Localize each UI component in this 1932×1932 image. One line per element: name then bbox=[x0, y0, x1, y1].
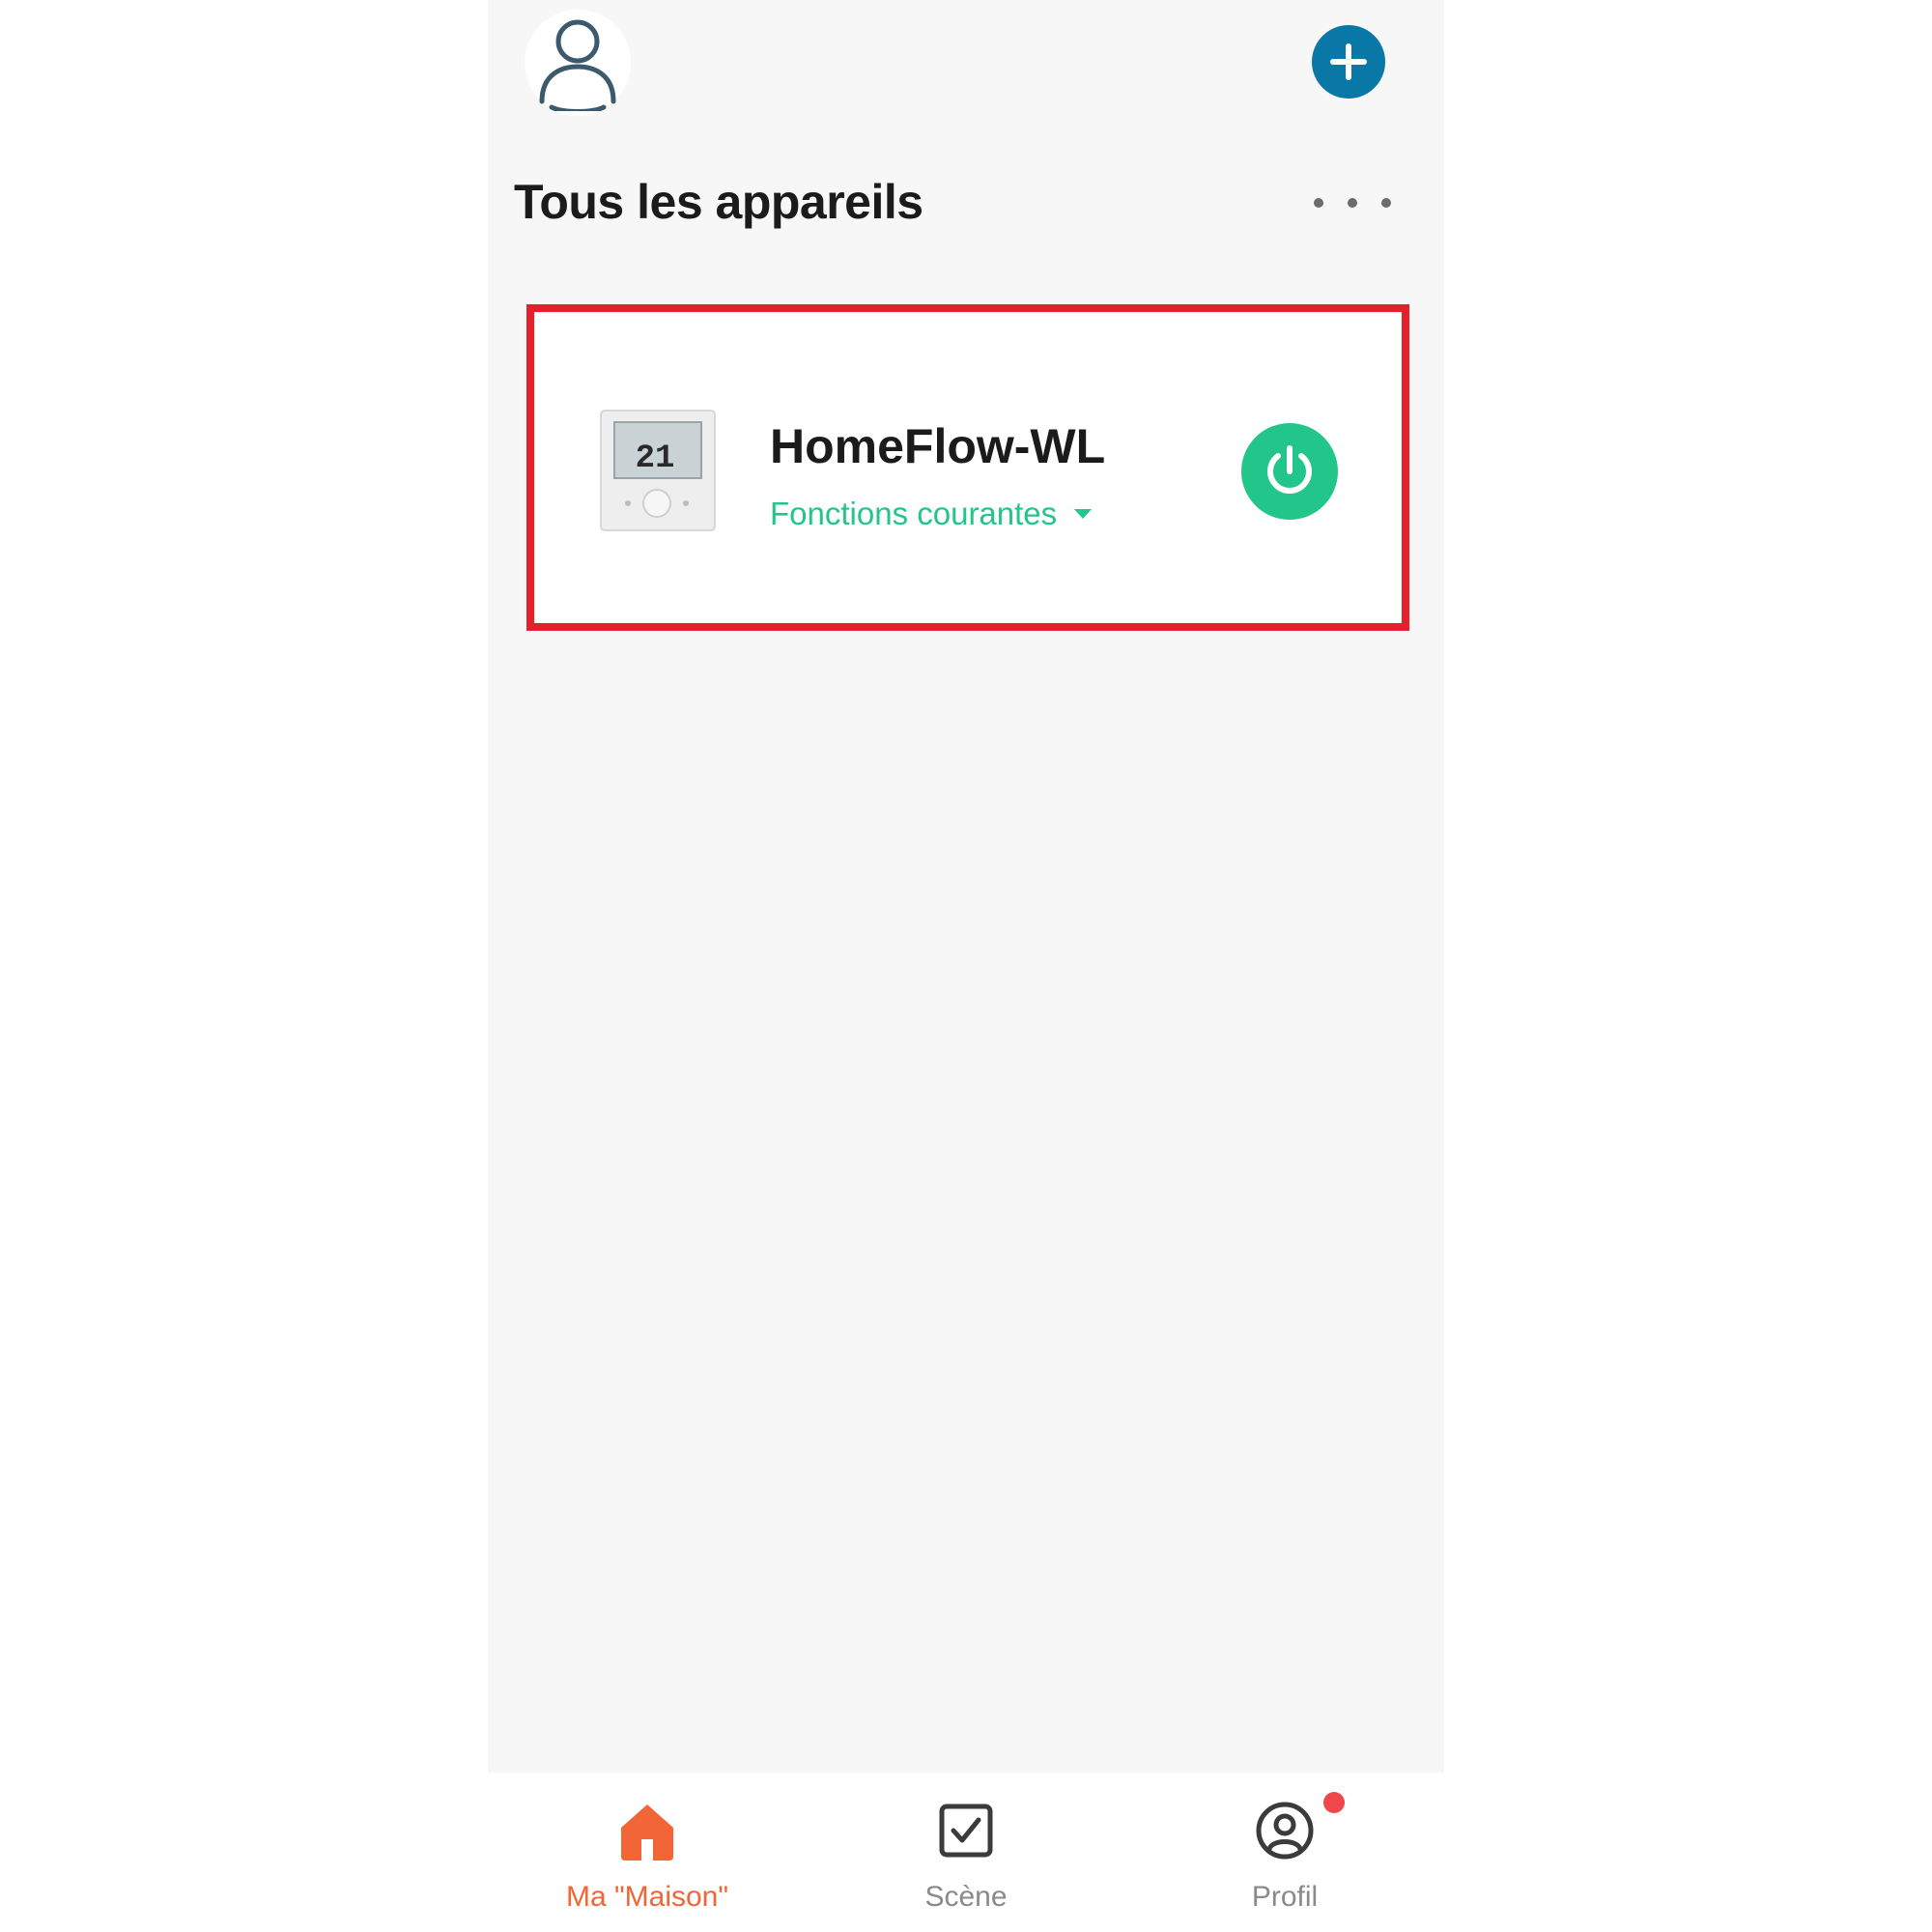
caret-down-icon bbox=[1074, 509, 1093, 519]
more-dot bbox=[1348, 198, 1357, 208]
power-button[interactable] bbox=[1241, 423, 1338, 520]
tab-home-label: Ma "Maison" bbox=[565, 1881, 729, 1913]
plus-icon bbox=[1330, 43, 1367, 80]
device-card-homeflow[interactable]: 21 HomeFlow-WL Fonctions courantes bbox=[526, 304, 1409, 631]
bottom-tab-bar: Ma "Maison" Scène Profil bbox=[488, 1773, 1444, 1932]
top-bar bbox=[488, 0, 1444, 135]
more-dots-icon bbox=[1314, 198, 1323, 208]
tab-scene[interactable]: Scène bbox=[807, 1773, 1125, 1932]
thermostat-icon: 21 bbox=[600, 410, 716, 531]
add-device-button[interactable] bbox=[1312, 25, 1385, 99]
thermostat-reading: 21 bbox=[636, 440, 675, 477]
page-title: Tous les appareils bbox=[514, 175, 923, 229]
device-name: HomeFlow-WL bbox=[770, 419, 1106, 473]
tab-profile[interactable]: Profil bbox=[1125, 1773, 1444, 1932]
tab-scene-label: Scène bbox=[924, 1881, 1008, 1913]
more-options-button[interactable] bbox=[1314, 184, 1391, 222]
user-icon bbox=[539, 19, 616, 111]
power-icon bbox=[1267, 445, 1312, 494]
profile-icon bbox=[1256, 1802, 1314, 1860]
functions-label: Fonctions courantes bbox=[770, 496, 1058, 531]
checkbox-icon bbox=[939, 1804, 993, 1858]
account-avatar[interactable] bbox=[525, 10, 631, 116]
functions-dropdown[interactable]: Fonctions courantes bbox=[770, 496, 1093, 532]
home-icon bbox=[621, 1804, 673, 1861]
more-dot bbox=[1381, 198, 1391, 208]
app-screen: Tous les appareils 21 HomeFlow-WL Foncti… bbox=[488, 0, 1444, 1932]
tab-profile-label: Profil bbox=[1251, 1881, 1319, 1913]
notification-badge bbox=[1323, 1792, 1345, 1813]
tab-home[interactable]: Ma "Maison" bbox=[488, 1773, 807, 1932]
